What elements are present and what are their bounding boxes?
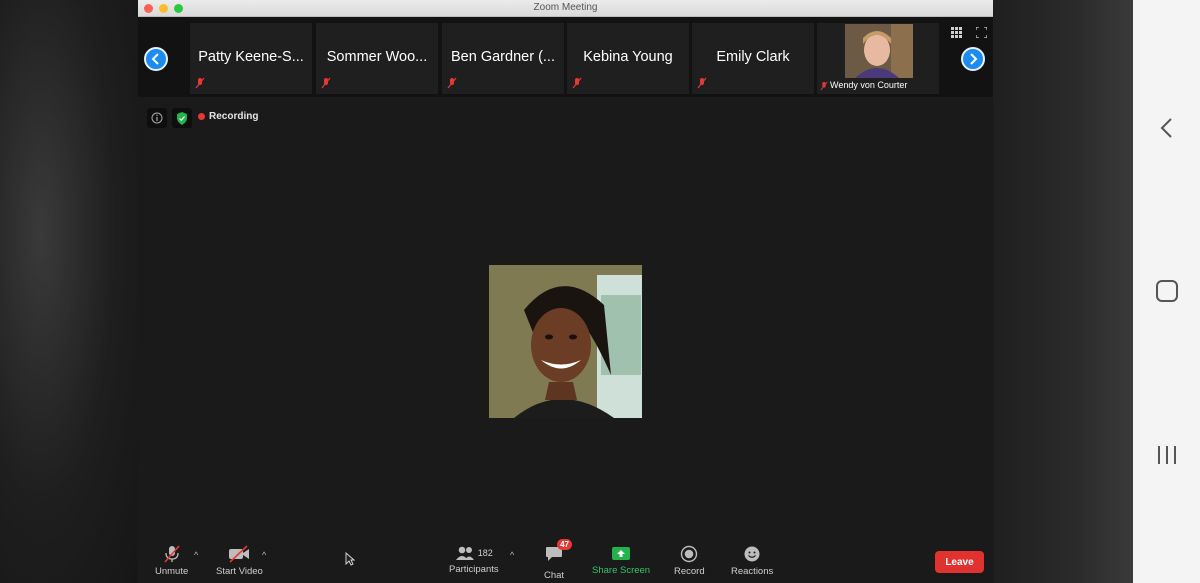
recording-dot-icon (198, 113, 205, 120)
chevron-right-icon (970, 53, 978, 65)
audio-options-caret[interactable]: ^ (194, 550, 198, 560)
chevron-left-icon (151, 53, 159, 65)
security-button[interactable] (172, 108, 192, 128)
participants-count: 182 (477, 548, 493, 558)
participant-name: Patty Keene-S... (198, 49, 304, 65)
gallery-next-button[interactable] (961, 47, 985, 71)
leave-meeting-button[interactable]: Leave (935, 551, 984, 573)
home-button[interactable] (1133, 266, 1200, 316)
video-off-icon (229, 545, 250, 563)
android-nav-bar (1133, 0, 1200, 583)
back-button[interactable] (1133, 103, 1200, 153)
participant-name: Kebina Young (583, 49, 673, 65)
reactions-label: Reactions (731, 566, 774, 577)
recording-indicator: Recording (198, 111, 258, 122)
smiley-icon: + (744, 545, 761, 562)
active-speaker-avatar (489, 265, 642, 418)
participant-tile[interactable]: Ben Gardner (... (442, 23, 564, 94)
chevron-left-icon (1160, 118, 1172, 138)
participants-button[interactable]: 182 Participants (449, 545, 499, 575)
participant-name: Emily Clark (716, 49, 790, 65)
start-video-button[interactable]: Start Video (216, 545, 263, 577)
chat-label: Chat (544, 570, 565, 581)
share-screen-icon (612, 547, 631, 560)
muted-mic-icon (195, 77, 205, 89)
participants-options-caret[interactable]: ^ (510, 550, 514, 560)
fullscreen-icon[interactable] (976, 27, 987, 38)
participant-tile[interactable]: Sommer Woo... (316, 23, 438, 94)
participant-tile[interactable]: Patty Keene-S... (190, 23, 312, 94)
record-icon (681, 545, 698, 563)
shield-icon (177, 111, 187, 125)
profile-photo (489, 265, 642, 418)
start-video-label: Start Video (216, 566, 263, 577)
chat-unread-badge: 47 (557, 539, 573, 550)
reactions-button[interactable]: + Reactions (731, 545, 773, 577)
home-square-icon (1155, 280, 1178, 302)
participant-tile[interactable]: Emily Clark (692, 23, 814, 94)
background-right (993, 0, 1133, 583)
muted-mic-icon (572, 77, 582, 89)
share-screen-label: Share Screen (592, 565, 651, 576)
muted-mic-icon (697, 77, 707, 89)
unmute-button[interactable]: Unmute (155, 545, 188, 577)
participant-name: Ben Gardner (... (451, 49, 555, 65)
gallery-prev-button[interactable] (144, 47, 168, 71)
participants-label: Participants (449, 564, 499, 575)
meeting-info-button[interactable] (147, 108, 167, 128)
participant-name: Wendy von Courter (830, 80, 908, 90)
window-title: Zoom Meeting (533, 2, 598, 13)
muted-microphone-icon (164, 545, 180, 563)
gallery-strip: Patty Keene-S... Sommer Woo... Ben Gardn… (138, 17, 993, 97)
record-button[interactable]: Record (674, 545, 705, 577)
unmute-label: Unmute (155, 566, 189, 577)
share-screen-button[interactable]: Share Screen (592, 545, 650, 576)
participants-icon (455, 546, 474, 560)
mouse-cursor-icon (345, 552, 355, 566)
svg-text:+: + (756, 545, 761, 552)
chat-button[interactable]: 47 Chat (544, 539, 573, 581)
recent-apps-button[interactable] (1133, 430, 1200, 480)
background-left (0, 0, 138, 583)
muted-mic-icon (321, 77, 331, 89)
participant-name: Sommer Woo... (326, 49, 428, 65)
record-label: Record (674, 566, 705, 577)
muted-mic-icon (820, 81, 828, 91)
participant-tile[interactable]: Kebina Young (567, 23, 689, 94)
recent-apps-icon (1157, 446, 1176, 464)
titlebar: Zoom Meeting (138, 0, 993, 17)
video-options-caret[interactable]: ^ (262, 550, 266, 560)
zoom-window: Zoom Meeting Patty Keene-S... Sommer Woo… (138, 0, 993, 583)
recording-label: Recording (209, 111, 259, 122)
participant-video-thumbnail (845, 24, 913, 78)
muted-mic-icon (447, 77, 457, 89)
participant-video-tile[interactable]: Wendy von Courter (817, 23, 939, 94)
gallery-view-icon[interactable] (951, 27, 962, 38)
info-icon (151, 112, 163, 124)
